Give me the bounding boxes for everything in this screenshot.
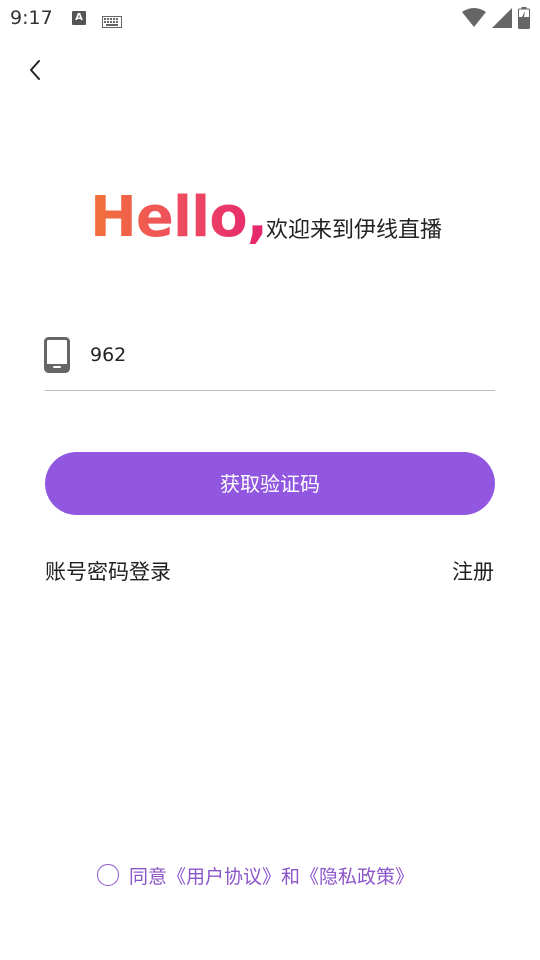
agreement-conjunction: 和 <box>281 865 301 888</box>
get-code-button[interactable]: 获取验证码 <box>45 452 495 515</box>
wifi-icon <box>462 8 486 32</box>
smartphone-icon <box>44 337 70 377</box>
register-link[interactable]: 注册 <box>452 556 494 586</box>
signal-icon <box>492 8 512 32</box>
user-agreement-link[interactable]: 《用户协议》 <box>167 866 281 888</box>
status-time: 9:17 <box>10 7 53 29</box>
chevron-left-icon <box>30 60 40 80</box>
battery-charging-icon <box>518 7 530 33</box>
password-login-link[interactable]: 账号密码登录 <box>45 556 171 586</box>
agreement-prefix: 同意 <box>129 865 168 888</box>
hello-text: Hello, <box>90 185 268 250</box>
agreement-row: 同意《用户协议》和《隐私政策》 <box>97 861 414 889</box>
status-bar: 9:17 A <box>0 0 540 36</box>
a-badge-icon: A <box>72 11 86 25</box>
input-underline <box>45 390 495 391</box>
welcome-subtitle: 欢迎来到伊线直播 <box>266 218 443 243</box>
status-right <box>462 7 530 33</box>
keyboard-icon <box>102 13 122 32</box>
back-button[interactable] <box>22 56 50 84</box>
agreement-checkbox[interactable] <box>97 864 119 886</box>
phone-number-input[interactable] <box>90 336 490 374</box>
agreement-text: 同意《用户协议》和《隐私政策》 <box>129 862 414 889</box>
privacy-policy-link[interactable]: 《隐私政策》 <box>300 866 414 888</box>
